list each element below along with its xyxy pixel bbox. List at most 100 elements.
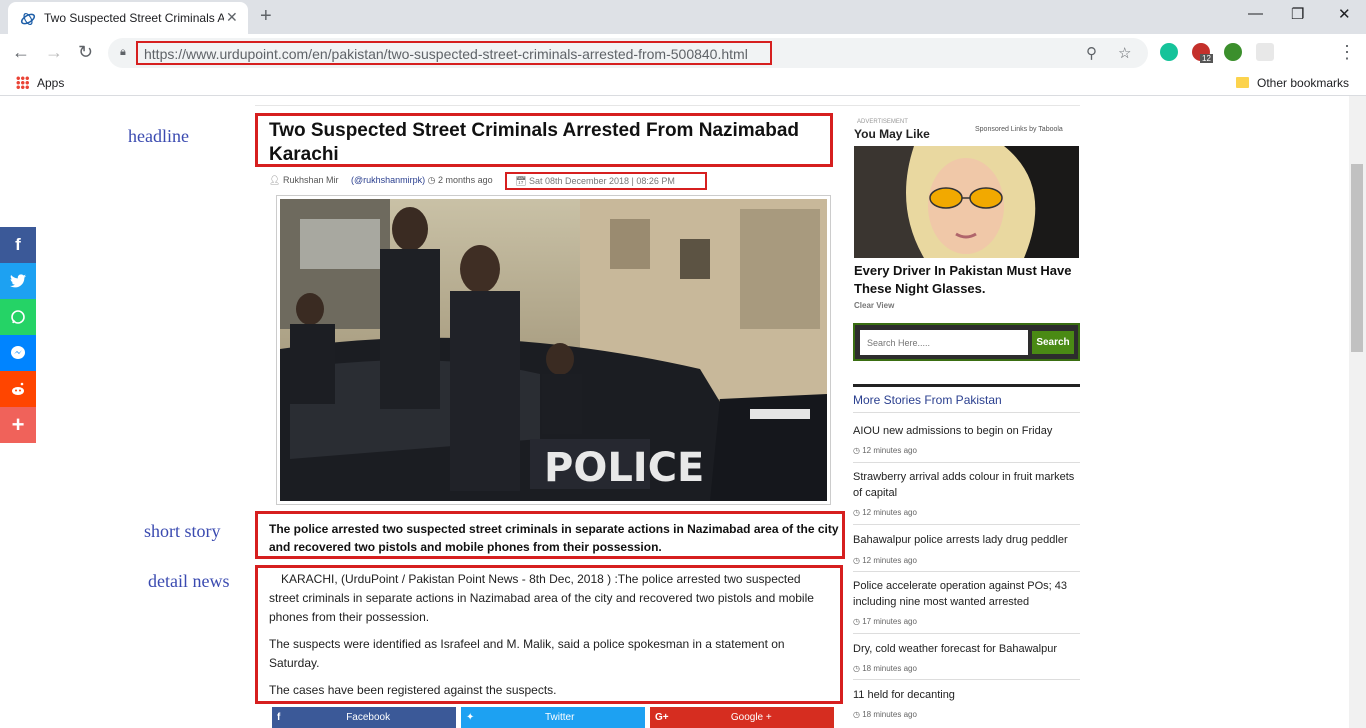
story-time: ◷ 18 minutes ago	[853, 710, 917, 719]
annotation-detail-news: detail news	[148, 571, 230, 591]
story-time: ◷ 12 minutes ago	[853, 556, 917, 565]
search-widget: Search	[853, 323, 1080, 361]
apps-shortcut[interactable]: Apps	[16, 76, 64, 90]
clock-icon: ◷	[853, 710, 860, 719]
new-tab-icon[interactable]: +	[260, 5, 272, 28]
article-headline: Two Suspected Street Criminals Arrested …	[269, 120, 800, 165]
grammarly-icon[interactable]	[1160, 43, 1178, 61]
lock-icon: 🔒︎	[120, 46, 126, 58]
close-window-icon[interactable]: ✕	[1338, 5, 1351, 23]
twitter-icon[interactable]	[0, 263, 36, 299]
clock-icon: ◷	[853, 617, 860, 626]
clock-icon: ◷	[853, 446, 860, 455]
minimize-icon[interactable]: —	[1248, 5, 1263, 22]
body-paragraph: KARACHI, (UrduPoint / Pakistan Point New…	[269, 572, 814, 624]
tab-title: Two Suspected Street Criminals A	[44, 11, 224, 25]
floating-share-bar: f +	[0, 227, 36, 443]
story-title[interactable]: Dry, cold weather forecast for Bahawalpu…	[853, 641, 1078, 657]
article-short-story: The police arrested two suspected street…	[269, 522, 839, 554]
divider	[853, 571, 1080, 572]
divider	[853, 524, 1080, 525]
author-name[interactable]: Rukhshan Mir	[283, 175, 339, 185]
police-photo: POLICE	[280, 199, 827, 501]
folder-icon	[1236, 77, 1249, 88]
body-paragraph: The cases have been registered against t…	[269, 683, 557, 697]
reddit-icon[interactable]	[0, 371, 36, 407]
bookmark-star-icon[interactable]: ☆	[1118, 44, 1131, 62]
forward-icon[interactable]: →	[45, 42, 63, 63]
story-title[interactable]: 11 held for decanting	[853, 687, 1078, 703]
story-time: ◷ 17 minutes ago	[853, 617, 917, 626]
urdupoint-logo-icon	[20, 12, 36, 26]
twitter-share-button[interactable]: ✦ Twitter	[461, 707, 645, 728]
scrollbar-thumb[interactable]	[1351, 164, 1363, 352]
sidebar: ADVERTISEMENT You May Like Sponsored Lin…	[851, 96, 1081, 728]
search-button[interactable]: Search	[1032, 331, 1074, 354]
story-time: ◷ 18 minutes ago	[853, 664, 917, 673]
clock-icon: ◷	[427, 175, 436, 185]
plus-icon[interactable]: +	[0, 407, 36, 443]
google-share-button[interactable]: G+ Google +	[650, 707, 834, 728]
divider	[853, 679, 1080, 680]
user-icon: 👤︎	[269, 175, 281, 185]
annotation-headline: headline	[128, 126, 189, 146]
clock-icon: ◷	[853, 556, 860, 565]
clock-icon: ◷	[853, 508, 860, 517]
back-icon[interactable]: ←	[12, 42, 30, 63]
globe-extension-icon[interactable]	[1224, 43, 1242, 61]
url-highlight-box: https://www.urdupoint.com/en/pakistan/tw…	[136, 41, 772, 65]
story-title[interactable]: AIOU new admissions to begin on Friday	[853, 423, 1078, 439]
bookmarks-bar: Apps Other bookmarks	[0, 72, 1366, 96]
story-time: ◷ 12 minutes ago	[853, 508, 917, 517]
facebook-icon: f	[277, 712, 281, 723]
ad-image[interactable]	[854, 146, 1079, 258]
url-text[interactable]: https://www.urdupoint.com/en/pakistan/tw…	[144, 46, 748, 62]
facebook-icon[interactable]: f	[0, 227, 36, 263]
ad-label: ADVERTISEMENT	[857, 119, 908, 125]
page-scrollbar[interactable]	[1349, 96, 1366, 728]
time-ago: 2 months ago	[438, 175, 493, 185]
more-stories-bar	[853, 384, 1080, 387]
story-title[interactable]: Bahawalpur police arrests lady drug pedd…	[853, 532, 1078, 548]
date-highlight-box: 📅︎ Sat 08th December 2018 | 08:26 PM	[505, 172, 707, 190]
zoom-icon[interactable]: ⚲	[1086, 44, 1097, 62]
divider	[853, 462, 1080, 463]
shield-extension-icon[interactable]	[1256, 43, 1274, 61]
other-bookmarks[interactable]: Other bookmarks	[1236, 76, 1349, 90]
google-plus-icon: G+	[655, 712, 669, 723]
web-page: headline short story detail news f + Two…	[0, 96, 1366, 728]
search-input[interactable]	[860, 330, 1028, 355]
divider	[853, 412, 1080, 413]
article-date: 📅︎ Sat 08th December 2018 | 08:26 PM	[515, 176, 675, 186]
ad-headline[interactable]: Every Driver In Pakistan Must Have These…	[854, 262, 1079, 298]
author-handle[interactable]: (@rukhshanmirpk)	[351, 175, 425, 185]
facebook-share-button[interactable]: f Facebook	[272, 707, 456, 728]
article: Two Suspected Street Criminals Arrested …	[255, 96, 851, 728]
more-stories-heading[interactable]: More Stories From Pakistan	[853, 393, 1002, 407]
browser-tab[interactable]: Two Suspected Street Criminals A ✕	[8, 2, 248, 34]
apps-grid-icon	[16, 76, 29, 89]
taboola-label[interactable]: Sponsored Links by Taboola	[975, 126, 1063, 133]
you-may-like-heading: You May Like	[854, 127, 930, 141]
article-image: POLICE	[276, 195, 831, 505]
close-tab-icon[interactable]: ✕	[226, 9, 238, 26]
messenger-icon[interactable]	[0, 335, 36, 371]
reload-icon[interactable]: ↻	[78, 42, 93, 63]
restore-icon[interactable]: ❐	[1291, 5, 1304, 23]
annotation-short-story: short story	[144, 521, 221, 541]
divider	[853, 633, 1080, 634]
story-title[interactable]: Police accelerate operation against POs;…	[853, 578, 1078, 610]
address-bar[interactable]: 🔒︎ https://www.urdupoint.com/en/pakistan…	[108, 38, 1148, 68]
menu-dots-icon[interactable]: ⋮	[1338, 42, 1356, 63]
whatsapp-icon[interactable]	[0, 299, 36, 335]
calendar-icon: 📅︎	[515, 176, 527, 186]
ad-source: Clear View	[854, 301, 895, 310]
twitter-icon: ✦	[466, 712, 475, 723]
police-car-lettering: POLICE	[544, 445, 704, 491]
browser-toolbar: ← → ↻ 🔒︎ https://www.urdupoint.com/en/pa…	[0, 34, 1366, 72]
story-title[interactable]: Strawberry arrival adds colour in fruit …	[853, 469, 1078, 501]
browser-tab-strip: Two Suspected Street Criminals A ✕ + — ❐…	[0, 0, 1366, 34]
body-paragraph: The suspects were identified as Israfeel…	[269, 637, 785, 670]
story-time: ◷ 12 minutes ago	[853, 446, 917, 455]
clock-icon: ◷	[853, 664, 860, 673]
